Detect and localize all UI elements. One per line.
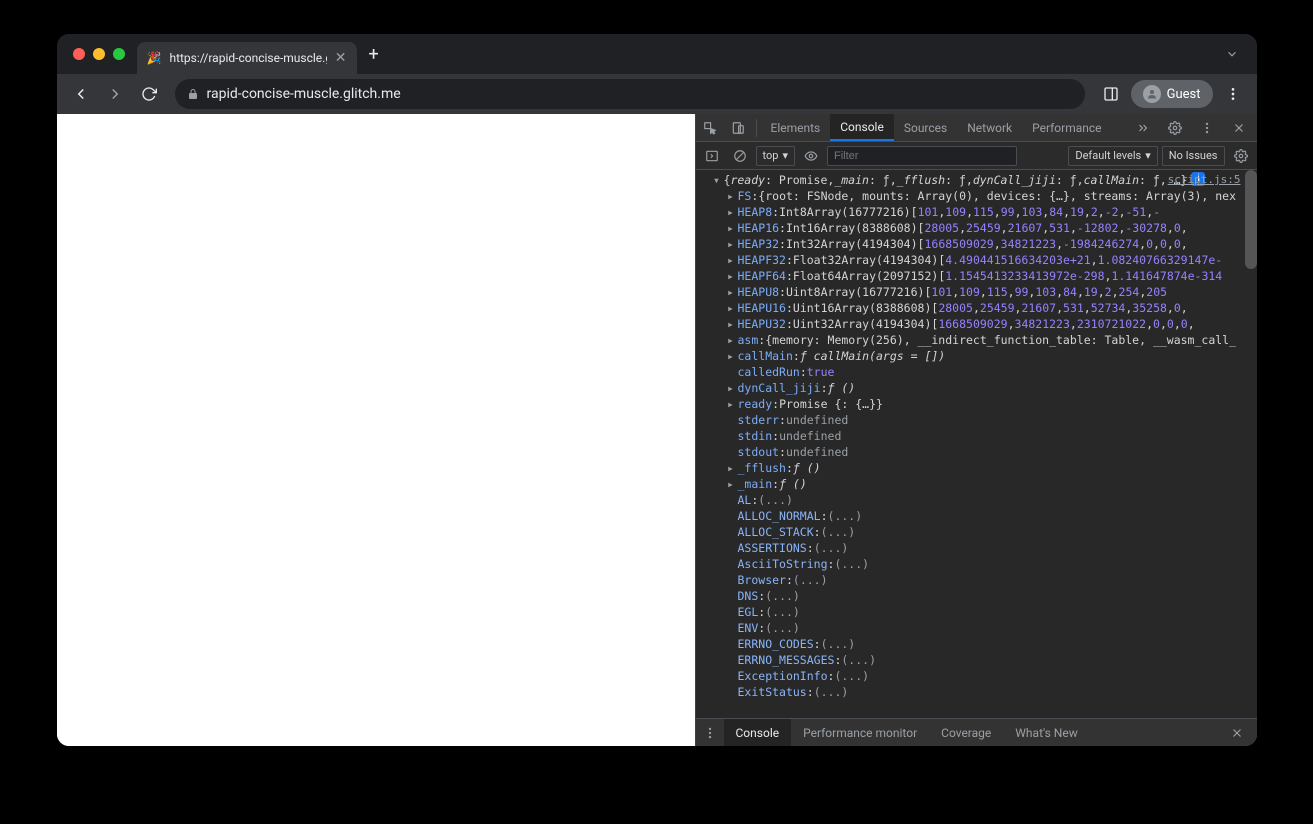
context-selector[interactable]: top ▾ [756, 146, 795, 166]
address-bar[interactable]: rapid-concise-muscle.glitch.me [175, 79, 1085, 109]
console-property-row[interactable]: ALLOC_STACK: (...) [698, 524, 1257, 540]
console-toolbar: top ▾ Default levels ▾ No Issues [696, 142, 1257, 170]
devtools-settings-button[interactable] [1161, 114, 1189, 142]
close-tab-button[interactable]: ✕ [335, 50, 347, 66]
drawer-tab-coverage[interactable]: Coverage [929, 719, 1003, 746]
profile-label: Guest [1167, 87, 1201, 102]
console-property-row[interactable]: ERRNO_CODES: (...) [698, 636, 1257, 652]
log-levels-selector[interactable]: Default levels ▾ [1068, 146, 1157, 166]
panel-icon[interactable] [1097, 80, 1125, 108]
devtools-tab-network[interactable]: Network [957, 114, 1022, 141]
console-property-row[interactable]: ▸HEAPF32: Float32Array(4194304) [4.49044… [698, 252, 1257, 268]
browser-tab[interactable]: 🎉 https://rapid-concise-muscle.g ✕ [137, 42, 357, 74]
profile-chip[interactable]: Guest [1131, 80, 1213, 108]
drawer-tab-what-s-new[interactable]: What's New [1003, 719, 1089, 746]
console-property-row[interactable]: ▸HEAPU8: Uint8Array(16777216) [101, 109,… [698, 284, 1257, 300]
scrollbar[interactable] [1245, 170, 1257, 269]
devtools-menu-button[interactable] [1193, 114, 1221, 142]
devtools-panel: ElementsConsoleSourcesNetworkPerformance [695, 114, 1257, 746]
console-property-row[interactable]: ▸ready: Promise {: {…}} [698, 396, 1257, 412]
console-property-row[interactable]: AsciiToString: (...) [698, 556, 1257, 572]
drawer-tab-console[interactable]: Console [724, 719, 792, 746]
close-drawer-button[interactable] [1223, 719, 1251, 747]
minimize-window-button[interactable] [93, 48, 105, 60]
console-output[interactable]: script.js:5 ▾{ready: Promise, _main: ƒ, … [696, 170, 1257, 718]
toolbar: rapid-concise-muscle.glitch.me Guest [57, 74, 1257, 114]
window-controls [73, 48, 125, 60]
reload-button[interactable] [135, 80, 163, 108]
live-expression-button[interactable] [799, 144, 823, 168]
console-property-row[interactable]: Browser: (...) [698, 572, 1257, 588]
url-text: rapid-concise-muscle.glitch.me [207, 86, 401, 102]
console-property-row[interactable]: ▸callMain: ƒ callMain(args = []) [698, 348, 1257, 364]
console-property-row[interactable]: ENV: (...) [698, 620, 1257, 636]
chevron-down-icon: ▾ [782, 149, 788, 162]
console-property-row[interactable]: DNS: (...) [698, 588, 1257, 604]
console-property-row[interactable]: ▸_main: ƒ () [698, 476, 1257, 492]
console-property-row[interactable]: stderr: undefined [698, 412, 1257, 428]
console-property-row[interactable]: ERRNO_MESSAGES: (...) [698, 652, 1257, 668]
console-property-row[interactable]: stdin: undefined [698, 428, 1257, 444]
console-property-row[interactable]: ALLOC_NORMAL: (...) [698, 508, 1257, 524]
source-link[interactable]: script.js:5 [1168, 172, 1241, 188]
close-devtools-button[interactable] [1225, 114, 1253, 142]
console-property-row[interactable]: ▸HEAP8: Int8Array(16777216) [101, 109, 1… [698, 204, 1257, 220]
levels-label: Default levels [1075, 149, 1141, 162]
devtools-tabs: ElementsConsoleSourcesNetworkPerformance [761, 114, 1112, 141]
lock-icon [187, 88, 199, 100]
console-property-row[interactable]: ExceptionInfo: (...) [698, 668, 1257, 684]
console-property-row[interactable]: ▸HEAP32: Int32Array(4194304) [1668509029… [698, 236, 1257, 252]
console-property-row[interactable]: stdout: undefined [698, 444, 1257, 460]
content-area: ElementsConsoleSourcesNetworkPerformance [57, 114, 1257, 746]
close-window-button[interactable] [73, 48, 85, 60]
console-property-row[interactable]: ▸_fflush: ƒ () [698, 460, 1257, 476]
console-property-row[interactable]: AL: (...) [698, 492, 1257, 508]
back-button[interactable] [67, 80, 95, 108]
devtools-tab-performance[interactable]: Performance [1022, 114, 1111, 141]
console-property-row[interactable]: calledRun: true [698, 364, 1257, 380]
devtools-tab-console[interactable]: Console [830, 114, 894, 141]
context-label: top [763, 149, 779, 162]
console-property-row[interactable]: EGL: (...) [698, 604, 1257, 620]
more-tabs-button[interactable] [1129, 114, 1157, 142]
drawer-tab-performance-monitor[interactable]: Performance monitor [791, 719, 929, 746]
clear-console-button[interactable] [728, 144, 752, 168]
console-property-row[interactable]: ▸HEAPU32: Uint32Array(4194304) [16685090… [698, 316, 1257, 332]
device-toolbar-button[interactable] [724, 114, 752, 142]
console-property-row[interactable]: ASSERTIONS: (...) [698, 540, 1257, 556]
inspect-element-button[interactable] [696, 114, 724, 142]
tab-search-button[interactable] [1225, 47, 1247, 61]
chevron-down-icon: ▾ [1145, 149, 1151, 162]
maximize-window-button[interactable] [113, 48, 125, 60]
devtools-tabbar: ElementsConsoleSourcesNetworkPerformance [696, 114, 1257, 142]
console-property-row[interactable]: ▸asm: {memory: Memory(256), __indirect_f… [698, 332, 1257, 348]
forward-button[interactable] [101, 80, 129, 108]
devtools-drawer: ConsolePerformance monitorCoverageWhat's… [696, 718, 1257, 746]
tab-strip: 🎉 https://rapid-concise-muscle.g ✕ + [57, 34, 1257, 74]
console-property-row[interactable]: ▸HEAP16: Int16Array(8388608) [28005, 254… [698, 220, 1257, 236]
console-property-row[interactable]: ▸dynCall_jiji: ƒ () [698, 380, 1257, 396]
favicon-icon: 🎉 [147, 51, 162, 65]
console-property-row[interactable]: ▸HEAPF64: Float64Array(2097152) [1.15454… [698, 268, 1257, 284]
drawer-menu-button[interactable] [696, 719, 724, 747]
console-property-row[interactable]: ▸FS: {root: FSNode, mounts: Array(0), de… [698, 188, 1257, 204]
console-settings-button[interactable] [1229, 144, 1253, 168]
devtools-tab-elements[interactable]: Elements [761, 114, 831, 141]
console-property-row[interactable]: ▸HEAPU16: Uint16Array(8388608) [28005, 2… [698, 300, 1257, 316]
page-viewport[interactable] [57, 114, 695, 746]
console-property-row[interactable]: ExitStatus: (...) [698, 684, 1257, 700]
new-tab-button[interactable]: + [357, 44, 391, 65]
browser-menu-button[interactable] [1219, 80, 1247, 108]
separator [756, 119, 757, 137]
issues-button[interactable]: No Issues [1162, 146, 1225, 166]
devtools-tab-sources[interactable]: Sources [894, 114, 957, 141]
browser-window: 🎉 https://rapid-concise-muscle.g ✕ + rap… [57, 34, 1257, 746]
toggle-sidebar-button[interactable] [700, 144, 724, 168]
issues-label: No Issues [1169, 149, 1218, 162]
filter-input[interactable] [827, 146, 1017, 166]
avatar-icon [1143, 85, 1161, 103]
tab-title: https://rapid-concise-muscle.g [169, 51, 326, 65]
